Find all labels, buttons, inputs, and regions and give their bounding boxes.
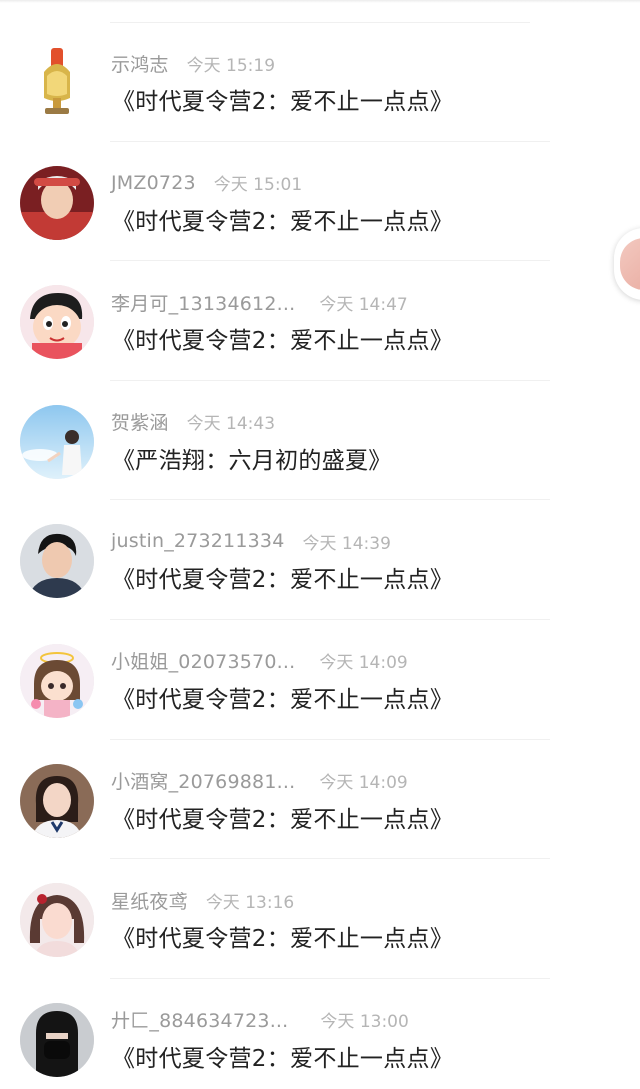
message-title[interactable]: 《时代夏令营2：爱不止一点点》	[112, 680, 453, 714]
user-avatar[interactable]	[20, 165, 94, 240]
user-avatar[interactable]	[20, 524, 94, 599]
username[interactable]: 贺紫涵	[111, 408, 169, 435]
list-item[interactable]: 李月可_13134612... 今天 14:47 《时代夏令营2：爱不止一点点》	[0, 261, 640, 381]
username[interactable]: 小酒窝_20769881...	[111, 767, 295, 794]
message-meta: 示鸿志 今天 15:19	[111, 50, 275, 76]
timestamp: 今天 15:01	[213, 175, 303, 196]
timestamp: 今天 14:43	[186, 414, 276, 435]
timestamp: 今天 14:09	[319, 773, 408, 794]
message-meta: 李月可_13134612... 今天 14:47	[111, 289, 408, 315]
timestamp: 今天 14:47	[319, 294, 408, 315]
list-item[interactable]: 小酒窝_20769881... 今天 14:09 《时代夏令营2：爱不止一点点》	[0, 740, 640, 860]
list-item[interactable]: JMZ0723 今天 15:01 《时代夏令营2：爱不止一点点》	[0, 142, 640, 262]
message-meta: 贺紫涵 今天 14:43	[111, 409, 275, 435]
message-meta: JMZ0723 今天 15:01	[111, 170, 302, 196]
sky-avatar[interactable]	[20, 404, 94, 479]
message-meta: 星纸夜鸢 今天 13:16	[111, 887, 294, 913]
list-item[interactable]: 小姐姐_02073570... 今天 14:09 《时代夏令营2：爱不止一点点》	[0, 620, 640, 740]
timestamp: 今天 14:39	[302, 533, 391, 554]
message-title[interactable]: 《时代夏令营2：爱不止一点点》	[112, 800, 453, 834]
anime-avatar[interactable]	[20, 643, 94, 718]
message-title[interactable]: 《时代夏令营2：爱不止一点点》	[112, 1039, 453, 1073]
masked-avatar[interactable]	[20, 1002, 94, 1077]
username[interactable]: 小姐姐_02073570...	[111, 647, 295, 674]
message-meta: 小酒窝_20769881... 今天 14:09	[111, 768, 408, 794]
message-list-screen: 示鸿志 今天 15:19 《时代夏令营2：爱不止一点点》 JMZ0723 今天 …	[0, 0, 640, 1089]
list-item[interactable]: 示鸿志 今天 15:19 《时代夏令营2：爱不止一点点》	[0, 22, 640, 142]
username[interactable]: 星纸夜鸢	[111, 887, 188, 914]
username[interactable]: 李月可_13134612...	[111, 289, 295, 316]
message-meta: 廾匚_884634723... 今天 13:00	[111, 1007, 409, 1033]
timestamp: 今天 15:19	[186, 55, 276, 76]
message-title[interactable]: 《时代夏令营2：爱不止一点点》	[112, 202, 453, 236]
message-title[interactable]: 《时代夏令营2：爱不止一点点》	[112, 919, 453, 953]
username[interactable]: justin_273211334	[111, 530, 285, 552]
cartoon-avatar[interactable]	[20, 285, 94, 360]
trophy-avatar[interactable]	[20, 46, 94, 120]
floating-thumbnail-icon	[620, 238, 640, 290]
username[interactable]: 廾匚_884634723...	[111, 1006, 288, 1033]
user-avatar[interactable]	[20, 883, 94, 958]
username[interactable]: JMZ0723	[111, 172, 196, 194]
message-title[interactable]: 《时代夏令营2：爱不止一点点》	[112, 82, 453, 116]
message-title[interactable]: 《时代夏令营2：爱不止一点点》	[112, 560, 453, 594]
message-title[interactable]: 《严浩翔：六月初的盛夏》	[112, 441, 392, 475]
timestamp: 今天 13:00	[320, 1012, 409, 1033]
message-list: 示鸿志 今天 15:19 《时代夏令营2：爱不止一点点》 JMZ0723 今天 …	[0, 22, 640, 1089]
list-item[interactable]: 廾匚_884634723... 今天 13:00 《时代夏令营2：爱不止一点点》	[0, 979, 640, 1089]
top-bar	[0, 0, 640, 3]
list-item[interactable]: justin_273211334 今天 14:39 《时代夏令营2：爱不止一点点…	[0, 500, 640, 620]
message-meta: 小姐姐_02073570... 今天 14:09	[111, 648, 408, 674]
user-avatar[interactable]	[20, 763, 94, 838]
message-meta: justin_273211334 今天 14:39	[111, 528, 391, 554]
timestamp: 今天 13:16	[205, 892, 295, 913]
message-title[interactable]: 《时代夏令营2：爱不止一点点》	[112, 321, 453, 355]
timestamp: 今天 14:09	[319, 653, 408, 674]
list-item[interactable]: 星纸夜鸢 今天 13:16 《时代夏令营2：爱不止一点点》	[0, 859, 640, 979]
username[interactable]: 示鸿志	[111, 50, 169, 77]
list-item[interactable]: 贺紫涵 今天 14:43 《严浩翔：六月初的盛夏》	[0, 381, 640, 501]
